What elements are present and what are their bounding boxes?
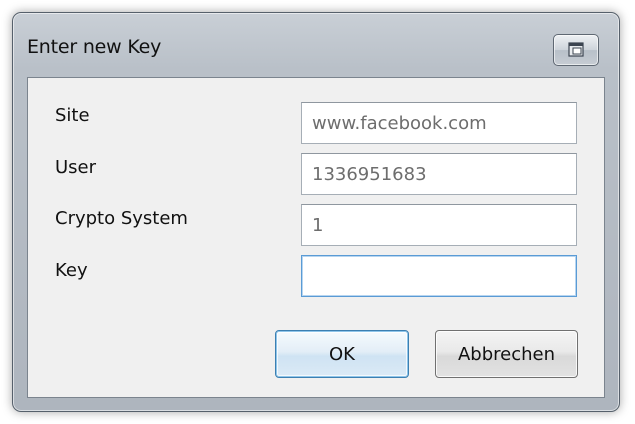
crypto-system-field[interactable] bbox=[301, 204, 577, 246]
dialog-window: Enter new Key Site User Crypto System Ke… bbox=[12, 12, 620, 412]
title-bar[interactable]: Enter new Key bbox=[13, 13, 619, 75]
user-label: User bbox=[55, 157, 97, 178]
dialog-content: Site User Crypto System Key OK Abbrechen bbox=[27, 77, 605, 398]
site-label: Site bbox=[55, 105, 90, 126]
ok-button[interactable]: OK bbox=[275, 330, 409, 378]
key-field[interactable] bbox=[301, 255, 577, 297]
window-title: Enter new Key bbox=[27, 36, 162, 58]
key-label: Key bbox=[55, 260, 88, 281]
cancel-button[interactable]: Abbrechen bbox=[435, 330, 578, 378]
restore-button[interactable] bbox=[553, 34, 599, 66]
crypto-system-label: Crypto System bbox=[55, 208, 188, 229]
user-field[interactable] bbox=[301, 153, 577, 195]
site-field[interactable] bbox=[301, 102, 577, 144]
